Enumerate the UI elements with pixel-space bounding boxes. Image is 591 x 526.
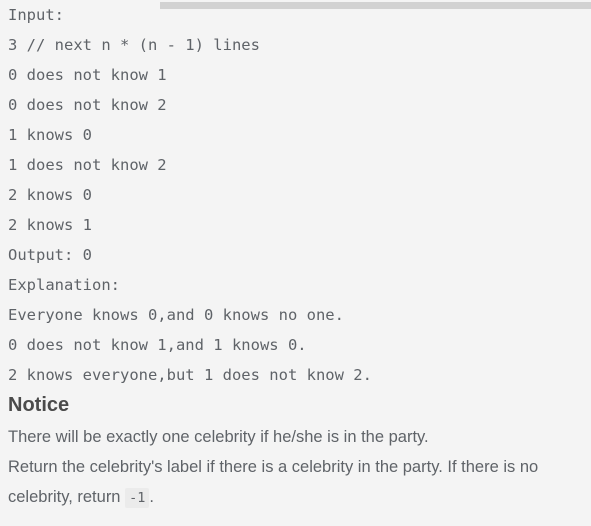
notice-paragraph-2-text-before: Return the celebrity's label if there is…	[8, 458, 539, 506]
notice-body: There will be exactly one celebrity if h…	[8, 422, 588, 513]
description-content: Input: 3 // next n * (n - 1) lines 0 does …	[0, 0, 591, 513]
example-line: Output: 0	[8, 246, 92, 264]
example-line: 3 // next n * (n - 1) lines	[8, 36, 260, 54]
inline-code-minus-one: -1	[125, 488, 150, 508]
example-line: 2 knows 1	[8, 216, 92, 234]
example-line: 1 does not know 2	[8, 156, 167, 174]
notice-paragraph-2: Return the celebrity's label if there is…	[8, 458, 539, 508]
example-code-block: Input: 3 // next n * (n - 1) lines 0 does …	[8, 0, 591, 390]
notice-paragraph-2-text-after: .	[149, 488, 154, 506]
notice-heading: Notice	[8, 394, 70, 416]
example-line: 1 knows 0	[8, 126, 92, 144]
example-line: 0 does not know 1,and 1 knows 0.	[8, 336, 307, 354]
example-line: Explanation:	[8, 276, 120, 294]
example-line: 2 knows everyone,but 1 does not know 2.	[8, 366, 372, 384]
example-line: 2 knows 0	[8, 186, 92, 204]
example-line: Everyone knows 0,and 0 knows no one.	[8, 306, 344, 324]
example-line: Input:	[8, 6, 64, 24]
notice-paragraph-1: There will be exactly one celebrity if h…	[8, 428, 429, 446]
example-line: 0 does not know 1	[8, 66, 167, 84]
problem-description-panel: Input: 3 // next n * (n - 1) lines 0 does …	[0, 0, 591, 526]
example-line: 0 does not know 2	[8, 96, 167, 114]
